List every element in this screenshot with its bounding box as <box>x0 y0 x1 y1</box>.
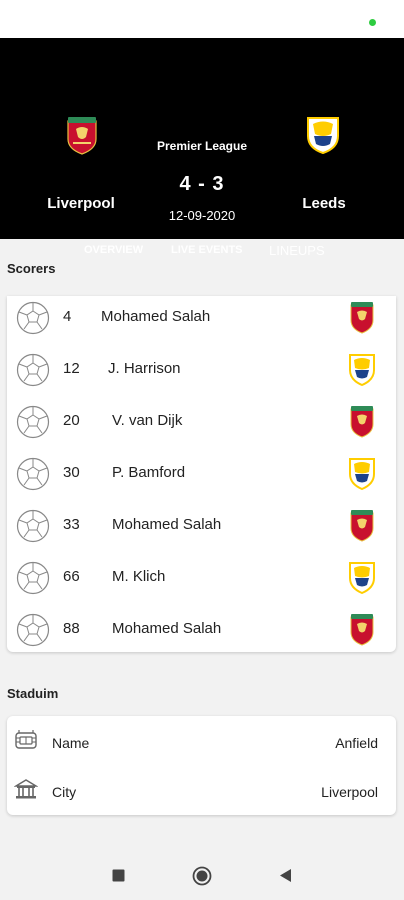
scorer-name: J. Harrison <box>108 360 181 377</box>
recent-apps-icon[interactable] <box>112 869 125 882</box>
liverpool-crest-icon <box>350 510 374 542</box>
soccer-ball-icon <box>16 353 50 387</box>
scorer-name: M. Klich <box>112 568 166 585</box>
soccer-ball-icon <box>16 457 50 491</box>
stadium-city-row: City Liverpool <box>7 767 396 815</box>
scorers-title: Scorers <box>7 261 56 276</box>
city-building-icon <box>14 779 38 799</box>
goal-minute: 66 <box>63 568 80 585</box>
status-dot <box>369 19 376 26</box>
leeds-crest-icon <box>349 562 375 594</box>
scorer-row[interactable]: 66 M. Klich <box>7 558 396 610</box>
leeds-crest-icon <box>307 117 339 154</box>
stadium-city-value: Liverpool <box>321 784 378 800</box>
soccer-ball-icon <box>16 509 50 543</box>
league-name: Premier League <box>156 139 248 153</box>
match-score: 4 - 3 <box>179 173 225 195</box>
away-team-name: Leeds <box>302 195 346 212</box>
scorer-name: Mohamed Salah <box>112 620 222 637</box>
scorer-row[interactable]: 12 J. Harrison <box>7 350 396 402</box>
tab-live-events[interactable]: LIVE EVENTS <box>171 244 243 256</box>
liverpool-crest-icon <box>350 302 374 334</box>
match-tabs: OVERVIEW LIVE EVENTS LINEUPS <box>0 243 404 264</box>
tab-lineups[interactable]: LINEUPS <box>269 243 325 258</box>
tab-overview[interactable]: OVERVIEW <box>84 244 143 256</box>
goal-minute: 20 <box>63 412 80 429</box>
liverpool-crest-icon <box>350 406 374 438</box>
stadium-name-value: Anfield <box>335 735 378 751</box>
android-nav-bar <box>0 851 404 900</box>
back-icon[interactable] <box>279 868 292 883</box>
stadium-card: Name Anfield City Liverpool <box>7 716 396 815</box>
goal-minute: 33 <box>63 516 80 533</box>
scorers-card: 4 Mohamed Salah 12 J. Harrison 20 V. van… <box>7 296 396 652</box>
soccer-ball-icon <box>16 561 50 595</box>
soccer-ball-icon <box>16 613 50 647</box>
leeds-crest-icon <box>349 354 375 386</box>
match-header: Liverpool Premier League 4 - 3 12-09-202… <box>0 38 404 258</box>
scorer-name: Mohamed Salah <box>112 516 222 533</box>
goal-minute: 12 <box>63 360 80 377</box>
scorer-row[interactable]: 33 Mohamed Salah <box>7 506 396 558</box>
goal-minute: 88 <box>63 620 80 637</box>
stadium-name-label: Name <box>52 735 90 751</box>
goal-minute: 4 <box>63 308 72 325</box>
scorer-row[interactable]: 20 V. van Dijk <box>7 402 396 454</box>
leeds-crest-icon <box>349 458 375 490</box>
soccer-ball-icon <box>16 301 50 335</box>
stadium-name-row: Name Anfield <box>7 718 396 766</box>
scorer-row[interactable]: 30 P. Bamford <box>7 454 396 506</box>
scorer-row[interactable]: 88 Mohamed Salah <box>7 610 396 662</box>
scorer-name: V. van Dijk <box>112 412 183 429</box>
stadium-icon <box>15 730 37 749</box>
scorer-name: Mohamed Salah <box>101 308 211 325</box>
goal-minute: 30 <box>63 464 80 481</box>
stadium-city-label: City <box>52 784 77 800</box>
status-bar <box>0 0 404 38</box>
soccer-ball-icon <box>16 405 50 439</box>
scorer-name: P. Bamford <box>112 464 186 481</box>
liverpool-crest-icon <box>350 614 374 646</box>
stadium-title: Staduim <box>7 686 59 701</box>
scorer-row[interactable]: 4 Mohamed Salah <box>7 298 396 350</box>
home-icon[interactable] <box>192 866 212 886</box>
